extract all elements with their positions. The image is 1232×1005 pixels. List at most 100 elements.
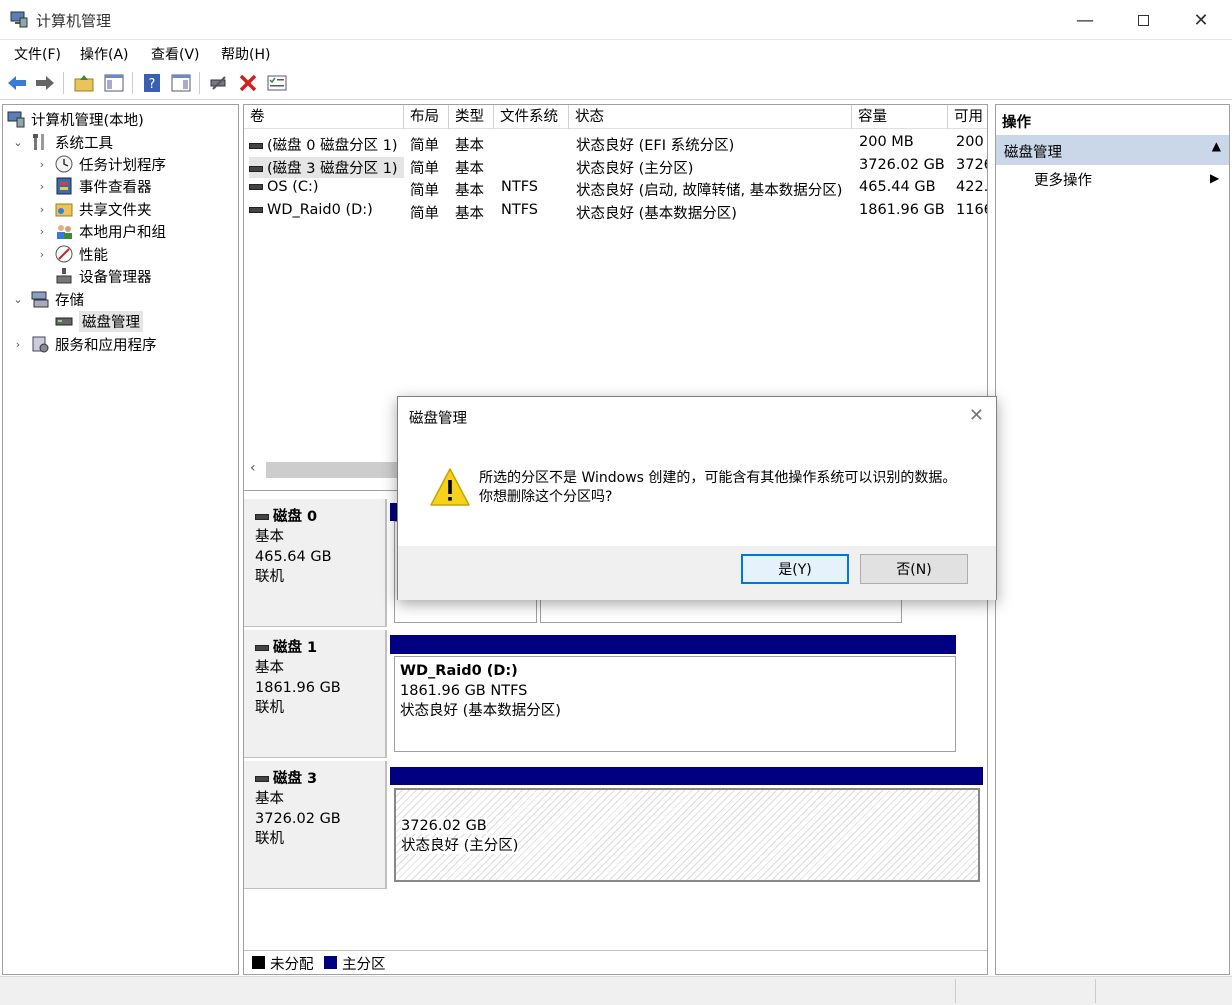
tree-item-system-tools[interactable]: ⌄ 系统工具 (11, 131, 113, 153)
properties-button[interactable] (266, 72, 288, 94)
disk-status: 联机 (255, 569, 284, 585)
partition-status: 状态良好 (基本数据分区) (400, 703, 561, 719)
tree-item-event-viewer[interactable]: › 事件查看器 (35, 175, 152, 197)
legend-swatch-primary (324, 956, 337, 969)
menu-file[interactable]: 文件(F) (14, 44, 61, 64)
cell-volume: OS (C:) (267, 179, 319, 195)
tree-item-label: 性能 (79, 247, 108, 264)
tree-item-label: 存储 (55, 292, 84, 309)
computer-management-icon (7, 110, 25, 128)
column-header-capacity[interactable]: 容量 (852, 105, 948, 129)
partition-box-selected[interactable]: 3726.02 GB 状态良好 (主分区) (394, 788, 980, 882)
tree-item-performance[interactable]: › 性能 (35, 243, 108, 265)
submenu-arrow-icon[interactable]: ▶ (1210, 171, 1219, 185)
chevron-right-icon[interactable]: › (35, 248, 49, 261)
disk-status: 联机 (255, 831, 284, 847)
close-button[interactable]: ✕ (1172, 0, 1230, 40)
minimize-icon: — (1076, 9, 1094, 31)
back-button[interactable] (6, 72, 28, 94)
window-title: 计算机管理 (36, 12, 112, 30)
dialog-close-button[interactable]: ✕ (969, 405, 984, 426)
tree-item-services-apps[interactable]: › 服务和应用程序 (11, 333, 157, 355)
chevron-down-icon[interactable]: ⌄ (11, 136, 25, 149)
more-actions-item[interactable]: 更多操作 (1034, 169, 1092, 190)
tree-item-label: 计算机管理(本地) (31, 112, 144, 129)
forward-button[interactable] (34, 72, 56, 94)
disk-label[interactable]: 磁盘 1 基本 1861.96 GB 联机 (244, 630, 387, 758)
column-header-layout[interactable]: 布局 (404, 105, 449, 129)
navigation-tree: 计算机管理(本地) ⌄ 系统工具 › 任务计划程序 › 事件查看器 › 共享文件… (2, 104, 239, 975)
tree-item-storage[interactable]: ⌄ 存储 (11, 288, 84, 310)
menu-view[interactable]: 查看(V) (151, 44, 200, 64)
connect-button[interactable] (208, 72, 230, 94)
column-header-free[interactable]: 可用 (948, 105, 987, 129)
menu-help[interactable]: 帮助(H) (221, 44, 270, 64)
cell-type: 基本 (455, 161, 484, 177)
no-button[interactable]: 否(N) (860, 554, 968, 584)
menu-action[interactable]: 操作(A) (80, 44, 129, 64)
cell-layout: 简单 (410, 206, 439, 222)
show-hide-action-button[interactable] (170, 72, 192, 94)
volume-icon (249, 207, 263, 213)
tree-item-shared-folders[interactable]: › 共享文件夹 (35, 198, 152, 220)
close-icon: ✕ (968, 405, 984, 426)
up-folder-button[interactable] (73, 72, 95, 94)
menu-bar: 文件(F) 操作(A) 查看(V) 帮助(H) (0, 40, 1232, 66)
properties-icon (267, 75, 287, 91)
disk-label[interactable]: 磁盘 0 基本 465.64 GB 联机 (244, 499, 387, 627)
disk-size: 3726.02 GB (255, 811, 341, 827)
scroll-left-icon[interactable]: ‹ (250, 460, 256, 476)
table-row[interactable]: (磁盘 0 磁盘分区 1) 简单 基本 状态良好 (EFI 系统分区) 200 … (244, 132, 987, 154)
cell-type: 基本 (455, 183, 484, 199)
chevron-right-icon[interactable]: › (35, 158, 49, 171)
maximize-button[interactable] (1114, 0, 1172, 40)
cell-free: 1166 (956, 202, 987, 218)
cell-filesystem: NTFS (501, 202, 538, 218)
tree-item-device-manager[interactable]: 设备管理器 (55, 265, 152, 287)
disk-type: 基本 (255, 660, 284, 676)
chevron-right-icon[interactable]: › (35, 203, 49, 216)
tree-item-task-scheduler[interactable]: › 任务计划程序 (35, 153, 166, 175)
cell-volume: (磁盘 0 磁盘分区 1) (267, 138, 398, 154)
help-icon: ? (144, 74, 160, 92)
table-row[interactable]: WD_Raid0 (D:) 简单 基本 NTFS 状态良好 (基本数据分区) 1… (244, 200, 987, 222)
disk-status: 联机 (255, 700, 284, 716)
disk-type: 基本 (255, 529, 284, 545)
svg-text:?: ? (149, 77, 156, 92)
actions-section-label: 磁盘管理 (1004, 145, 1062, 161)
column-header-volume[interactable]: 卷 (244, 105, 404, 129)
table-row[interactable]: (磁盘 3 磁盘分区 1) 简单 基本 状态良好 (主分区) 3726.02 G… (244, 155, 987, 178)
disk-label[interactable]: 磁盘 3 基本 3726.02 GB 联机 (244, 761, 387, 889)
close-icon: ✕ (1193, 9, 1209, 31)
tree-item-disk-management[interactable]: 磁盘管理 (55, 310, 143, 332)
minimize-button[interactable]: — (1056, 0, 1114, 40)
chevron-down-icon[interactable]: ⌄ (11, 293, 25, 306)
legend-swatch-unallocated (252, 956, 265, 969)
chevron-right-icon[interactable]: › (11, 338, 25, 351)
tree-item-computer-management[interactable]: 计算机管理(本地) (7, 108, 144, 130)
cell-free: 200 (956, 134, 984, 150)
dialog-message: 所选的分区不是 Windows 创建的，可能含有其他操作系统可以识别的数据。 你… (479, 469, 956, 507)
cell-type: 基本 (455, 206, 484, 222)
partition-header-bar (390, 767, 983, 785)
table-row[interactable]: OS (C:) 简单 基本 NTFS 状态良好 (启动, 故障转储, 基本数据分… (244, 177, 987, 199)
column-header-type[interactable]: 类型 (449, 105, 494, 129)
collapse-up-icon[interactable]: ▲ (1212, 139, 1221, 153)
column-header-filesystem[interactable]: 文件系统 (494, 105, 569, 129)
disk-name: 磁盘 0 (273, 509, 318, 525)
performance-icon (55, 245, 73, 263)
partition-box[interactable]: WD_Raid0 (D:) 1861.96 GB NTFS 状态良好 (基本数据… (394, 656, 956, 752)
delete-button[interactable] (237, 72, 259, 94)
dialog-message-line2: 你想删除这个分区吗? (479, 489, 613, 505)
column-header-status[interactable]: 状态 (569, 105, 852, 129)
show-hide-tree-button[interactable] (103, 72, 125, 94)
chevron-right-icon[interactable]: › (35, 180, 49, 193)
delete-icon (239, 74, 257, 92)
event-viewer-icon (55, 177, 73, 195)
tree-item-local-users[interactable]: › 本地用户和组 (35, 220, 166, 242)
actions-section-disk-management[interactable]: 磁盘管理 ▲ (996, 135, 1229, 165)
help-button[interactable]: ? (141, 72, 163, 94)
yes-button[interactable]: 是(Y) (741, 554, 849, 584)
chevron-right-icon[interactable]: › (35, 225, 49, 238)
dialog-footer: 是(Y) 否(N) (398, 546, 996, 600)
